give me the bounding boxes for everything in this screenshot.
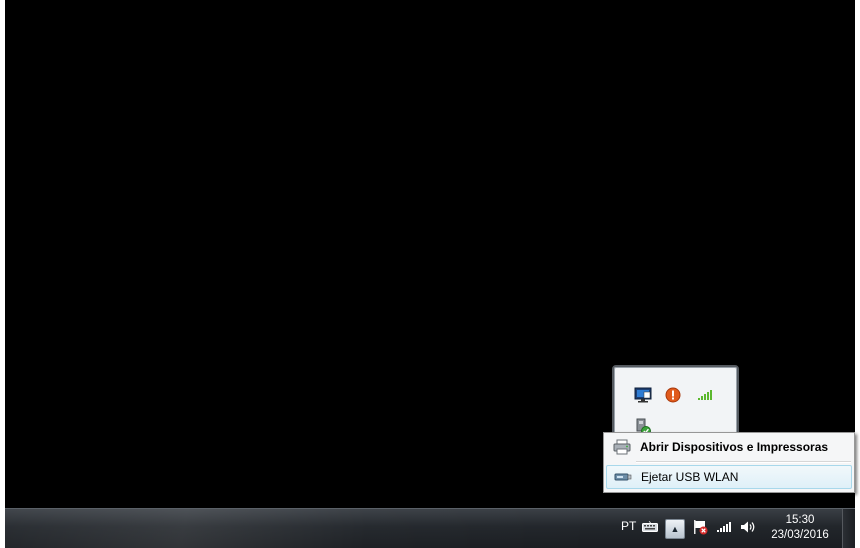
taskbar: PT ▲ 15:30 23/03/2016 (5, 508, 855, 548)
chevron-up-icon: ▲ (670, 524, 680, 534)
eject-usb-wlan-menu-item[interactable]: Ejetar USB WLAN (606, 465, 852, 489)
show-desktop-button[interactable] (842, 509, 855, 548)
clock-date: 23/03/2016 (771, 529, 829, 541)
taskbar-gloss (5, 509, 605, 548)
warning-icon[interactable] (664, 386, 682, 404)
open-devices-printers-label: Abrir Dispositivos e Impressoras (640, 440, 829, 454)
language-indicator[interactable]: PT (621, 519, 636, 533)
open-devices-printers-menu-item[interactable]: Abrir Dispositivos e Impressoras (606, 436, 850, 458)
system-clock[interactable]: 15:30 23/03/2016 (767, 513, 833, 543)
monitor-icon[interactable] (634, 386, 652, 404)
clock-time: 15:30 (785, 514, 815, 526)
signal-icon[interactable] (715, 518, 733, 536)
keyboard-icon[interactable] (641, 518, 659, 536)
volume-icon[interactable] (739, 518, 757, 536)
usb-device-icon (613, 468, 633, 486)
signal-icon[interactable] (696, 386, 714, 404)
printer-icon (612, 438, 632, 456)
device-context-menu: Abrir Dispositivos e Impressoras Ejetar … (603, 432, 855, 493)
menu-separator (636, 461, 851, 463)
flag-icon[interactable] (691, 518, 709, 536)
show-hidden-icons-button[interactable]: ▲ (665, 519, 685, 539)
eject-usb-wlan-label: Ejetar USB WLAN (641, 470, 739, 484)
